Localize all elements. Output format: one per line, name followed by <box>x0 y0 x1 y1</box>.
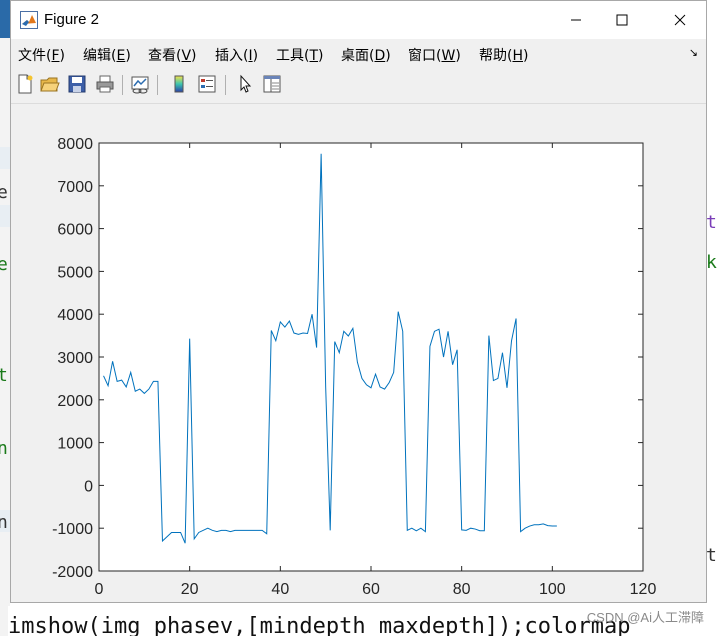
menu-bar: 文件(F) 编辑(E) 查看(V) 插入(I) 工具(T) 桌面(D) 窗口(W… <box>11 39 706 67</box>
property-inspector-button[interactable] <box>261 73 283 95</box>
maximize-button[interactable] <box>599 1 645 39</box>
matlab-logo-icon <box>20 11 38 29</box>
menu-view[interactable]: 查看(V) <box>148 45 197 65</box>
background-glyph: n <box>0 512 8 533</box>
open-file-icon <box>40 77 60 92</box>
watermark: CSDN @Ai人工滞障 <box>586 610 704 625</box>
background-glyph: t <box>0 365 8 386</box>
x-tick-label: 100 <box>539 581 566 598</box>
background-editor-right: t k t <box>706 0 718 636</box>
insert-colorbar-button[interactable] <box>168 73 190 95</box>
background-stripe <box>0 205 10 227</box>
close-button[interactable] <box>657 1 703 39</box>
save-button[interactable] <box>66 73 88 95</box>
link-plot-button[interactable] <box>129 73 151 95</box>
background-glyph: n <box>0 438 8 459</box>
minimize-button[interactable] <box>553 1 599 39</box>
menu-file[interactable]: 文件(F) <box>18 45 65 65</box>
menu-desktop[interactable]: 桌面(D) <box>341 45 391 65</box>
x-tick-label: 120 <box>630 581 657 598</box>
background-glyph: e <box>0 182 8 203</box>
x-tick-label: 0 <box>95 581 104 598</box>
menu-insert[interactable]: 插入(I) <box>215 45 258 65</box>
figure-window: Figure 2 文件(F) 编辑(E) 查看(V) 插入(I) 工具(T) 桌… <box>10 0 707 603</box>
figure-toolbar <box>11 67 706 104</box>
window-title: Figure 2 <box>44 11 100 28</box>
x-tick-label: 60 <box>362 581 380 598</box>
background-editor-left: e e t n n <box>0 0 10 636</box>
maximize-icon <box>616 14 628 26</box>
open-file-button[interactable] <box>39 73 61 95</box>
menu-help[interactable]: 帮助(H) <box>479 45 528 65</box>
y-tick-label: 6000 <box>57 222 93 239</box>
toolbar-separator <box>157 75 158 95</box>
link-plot-icon <box>131 76 149 94</box>
colorbar-icon <box>174 75 184 93</box>
menu-tools[interactable]: 工具(T) <box>276 45 324 65</box>
background-glyph: t <box>706 545 717 566</box>
y-tick-label: 2000 <box>57 393 93 410</box>
new-figure-icon <box>18 74 33 94</box>
minimize-icon <box>571 19 581 21</box>
background-glyph: t <box>706 212 717 233</box>
x-tick-label: 40 <box>271 581 289 598</box>
select-pointer-icon <box>240 74 252 93</box>
menu-window[interactable]: 窗口(W) <box>408 45 461 65</box>
x-tick-label: 20 <box>181 581 199 598</box>
line-plot: 0 20 40 60 80 100 120 -2000 -1000 0 1000 2000 3000 40… <box>52 136 657 598</box>
menu-edit[interactable]: 编辑(E) <box>83 45 131 65</box>
dock-figure-icon[interactable]: ↘ <box>689 46 698 59</box>
insert-legend-button[interactable] <box>196 73 218 95</box>
background-glyph: e <box>0 254 8 275</box>
background-tab <box>0 0 10 38</box>
edit-plot-button[interactable] <box>234 73 256 95</box>
y-tick-label: 5000 <box>57 264 93 281</box>
y-tick-label: 8000 <box>57 136 93 153</box>
close-icon <box>674 14 686 26</box>
legend-icon <box>198 75 216 93</box>
background-glyph: k <box>706 252 717 273</box>
y-tick-label: 1000 <box>57 436 93 453</box>
new-figure-button[interactable] <box>14 73 36 95</box>
toolbar-separator <box>225 75 226 95</box>
figure-canvas: 0 20 40 60 80 100 120 -2000 -1000 0 1000 2000 3000 40… <box>11 104 706 602</box>
axes-background <box>99 143 643 571</box>
background-stripe <box>0 147 10 169</box>
y-tick-label: 0 <box>84 478 93 495</box>
title-bar[interactable]: Figure 2 <box>11 1 706 39</box>
property-inspector-icon <box>263 75 281 93</box>
y-tick-label: 7000 <box>57 179 93 196</box>
print-button[interactable] <box>94 73 116 95</box>
toolbar-separator <box>122 75 123 95</box>
x-tick-label: 80 <box>453 581 471 598</box>
y-tick-label: 3000 <box>57 350 93 367</box>
y-tick-label: 4000 <box>57 307 93 324</box>
y-tick-label: -2000 <box>52 564 93 581</box>
print-icon <box>96 75 114 93</box>
save-icon <box>68 75 86 93</box>
y-tick-label: -1000 <box>52 521 93 538</box>
